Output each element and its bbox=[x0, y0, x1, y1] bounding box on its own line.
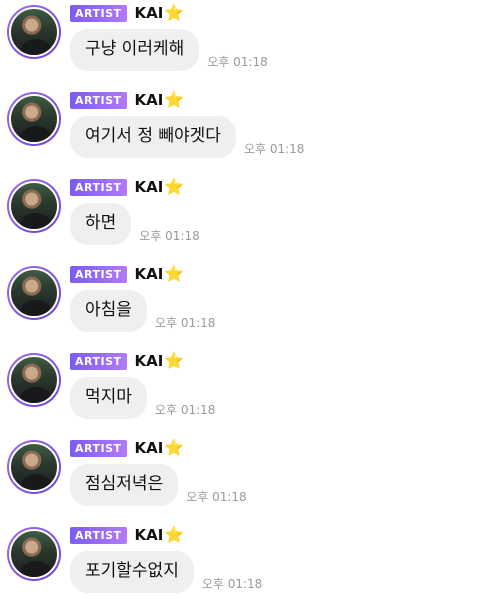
chat-thread: ARTIST KAI ⭐ 구냥 이러케해 오후 01:18 ARTIST KAI… bbox=[0, 0, 480, 601]
message-header: ARTIST KAI ⭐ bbox=[70, 89, 184, 111]
artist-badge: ARTIST bbox=[70, 4, 127, 22]
chat-message: ARTIST KAI ⭐ 구냥 이러케해 오후 01:18 bbox=[0, 0, 480, 87]
artist-badge: ARTIST bbox=[70, 178, 127, 196]
star-icon: ⭐ bbox=[164, 264, 185, 283]
sender-name[interactable]: KAI bbox=[135, 91, 164, 109]
message-time: 오후 01:18 bbox=[207, 55, 268, 69]
message-time: 오후 01:18 bbox=[154, 403, 216, 417]
message-bubble[interactable]: 점심저녁은 bbox=[70, 464, 179, 506]
message-header: ARTIST KAI ⭐ bbox=[70, 176, 184, 198]
message-bubble[interactable]: 구냥 이러케해 bbox=[70, 29, 200, 71]
message-header: ARTIST KAI ⭐ bbox=[70, 350, 184, 372]
star-icon: ⭐ bbox=[164, 351, 185, 370]
avatar[interactable] bbox=[7, 353, 61, 407]
avatar[interactable] bbox=[7, 440, 61, 494]
avatar[interactable] bbox=[7, 266, 61, 320]
message-header: ARTIST KAI ⭐ bbox=[70, 524, 184, 546]
avatar-image bbox=[9, 529, 59, 579]
avatar[interactable] bbox=[7, 179, 61, 233]
avatar-image bbox=[9, 7, 59, 57]
star-icon: ⭐ bbox=[164, 90, 185, 109]
message-row: 포기할수없지 오후 01:18 bbox=[70, 551, 262, 593]
chat-message: ARTIST KAI ⭐ 점심저녁은 오후 01:18 bbox=[0, 435, 480, 522]
message-row: 구냥 이러케해 오후 01:18 bbox=[70, 29, 268, 71]
message-header: ARTIST KAI ⭐ bbox=[70, 437, 184, 459]
artist-badge: ARTIST bbox=[70, 526, 127, 544]
sender-name[interactable]: KAI bbox=[135, 4, 164, 22]
message-time: 오후 01:18 bbox=[186, 490, 247, 504]
message-bubble[interactable]: 여기서 정 빼야겟다 bbox=[70, 116, 236, 158]
message-bubble[interactable]: 하면 bbox=[70, 203, 132, 245]
avatar-image bbox=[9, 181, 59, 231]
message-row: 여기서 정 빼야겟다 오후 01:18 bbox=[70, 116, 304, 158]
message-row: 먹지마 오후 01:18 bbox=[70, 377, 215, 419]
avatar-image bbox=[9, 442, 59, 492]
message-bubble[interactable]: 포기할수없지 bbox=[70, 551, 194, 593]
message-row: 점심저녁은 오후 01:18 bbox=[70, 464, 247, 506]
sender-name[interactable]: KAI bbox=[135, 526, 164, 544]
message-time: 오후 01:18 bbox=[139, 229, 200, 243]
artist-badge: ARTIST bbox=[70, 91, 127, 109]
message-header: ARTIST KAI ⭐ bbox=[70, 2, 184, 24]
message-header: ARTIST KAI ⭐ bbox=[70, 263, 184, 285]
artist-badge: ARTIST bbox=[70, 439, 127, 457]
sender-name[interactable]: KAI bbox=[135, 178, 164, 196]
sender-name[interactable]: KAI bbox=[135, 352, 164, 370]
star-icon: ⭐ bbox=[164, 177, 185, 196]
avatar[interactable] bbox=[7, 92, 61, 146]
star-icon: ⭐ bbox=[164, 525, 185, 544]
avatar-image bbox=[9, 268, 59, 318]
chat-message: ARTIST KAI ⭐ 포기할수없지 오후 01:18 bbox=[0, 522, 480, 609]
chat-message: ARTIST KAI ⭐ 하면 오후 01:18 bbox=[0, 174, 480, 261]
avatar-image bbox=[9, 94, 59, 144]
artist-badge: ARTIST bbox=[70, 352, 127, 370]
chat-message: ARTIST KAI ⭐ 아침을 오후 01:18 bbox=[0, 261, 480, 348]
chat-message: ARTIST KAI ⭐ 여기서 정 빼야겟다 오후 01:18 bbox=[0, 87, 480, 174]
avatar[interactable] bbox=[7, 5, 61, 59]
chat-message: ARTIST KAI ⭐ 먹지마 오후 01:18 bbox=[0, 348, 480, 435]
message-bubble[interactable]: 먹지마 bbox=[70, 377, 147, 419]
message-time: 오후 01:18 bbox=[243, 142, 305, 156]
message-time: 오후 01:18 bbox=[201, 577, 263, 591]
sender-name[interactable]: KAI bbox=[135, 439, 164, 457]
avatar-image bbox=[9, 355, 59, 405]
star-icon: ⭐ bbox=[164, 3, 185, 22]
avatar[interactable] bbox=[7, 527, 61, 581]
message-row: 아침을 오후 01:18 bbox=[70, 290, 215, 332]
message-bubble[interactable]: 아침을 bbox=[70, 290, 147, 332]
sender-name[interactable]: KAI bbox=[135, 265, 164, 283]
message-time: 오후 01:18 bbox=[154, 316, 216, 330]
artist-badge: ARTIST bbox=[70, 265, 127, 283]
message-row: 하면 오후 01:18 bbox=[70, 203, 200, 245]
star-icon: ⭐ bbox=[164, 438, 185, 457]
